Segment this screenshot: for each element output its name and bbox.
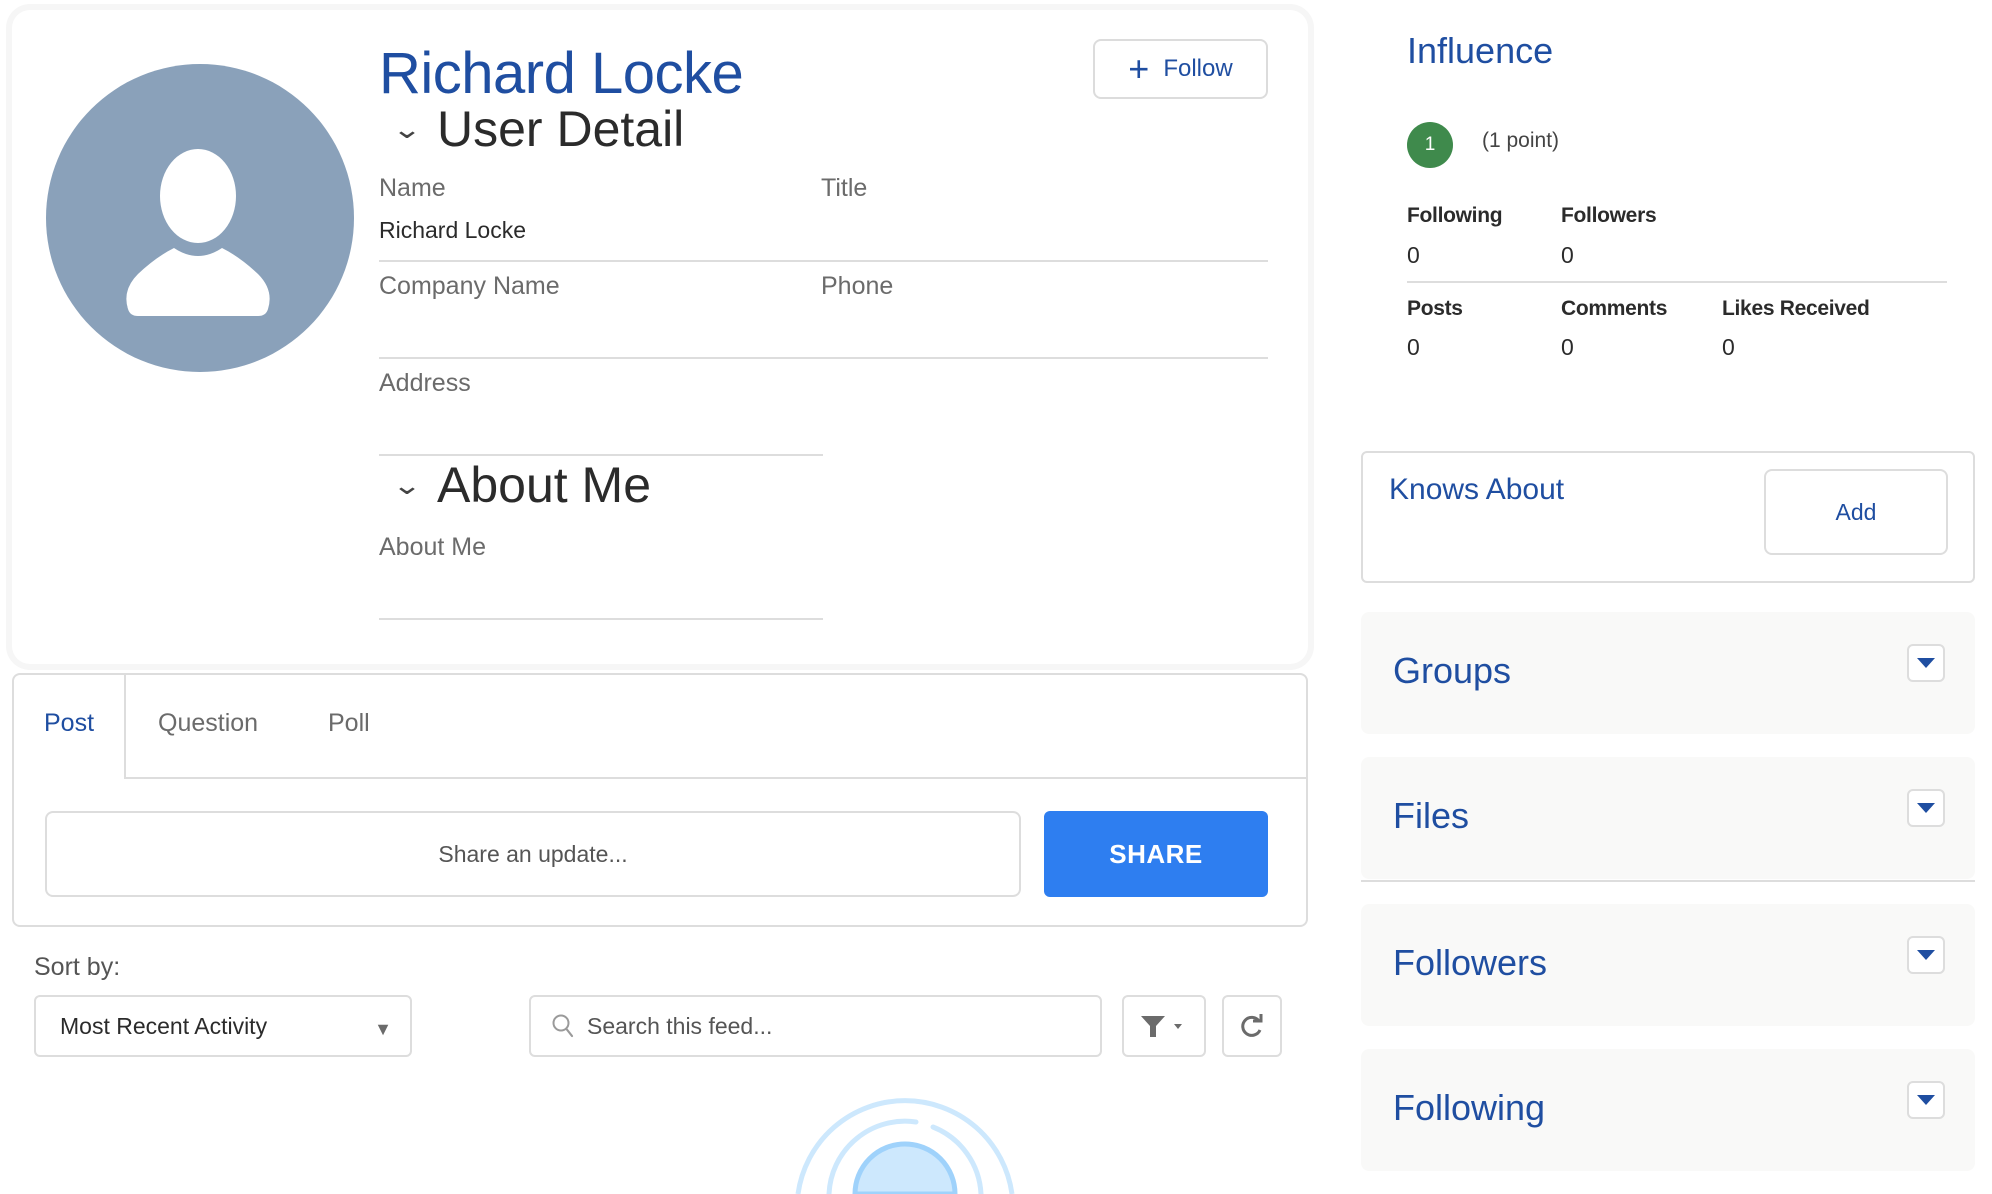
posts-stat-value: 0 bbox=[1407, 334, 1420, 360]
caret-down-icon bbox=[1917, 803, 1935, 813]
tab-bar-divider bbox=[124, 777, 1306, 779]
refresh-button[interactable] bbox=[1222, 995, 1282, 1057]
caret-down-icon bbox=[1917, 1095, 1935, 1105]
followers-title: Followers bbox=[1393, 942, 1548, 983]
user-detail-heading: User Detail bbox=[437, 101, 685, 157]
user-name-heading: Richard Locke bbox=[379, 41, 744, 106]
divider bbox=[379, 260, 1268, 262]
loading-spinner-icon bbox=[795, 1098, 1015, 1194]
company-name-label: Company Name bbox=[379, 272, 560, 300]
likes-received-stat-value: 0 bbox=[1722, 334, 1735, 360]
caret-down-icon bbox=[1917, 950, 1935, 960]
groups-title: Groups bbox=[1393, 650, 1512, 691]
user-silhouette-icon bbox=[126, 149, 270, 316]
follow-label: Follow bbox=[1163, 55, 1233, 82]
files-expand-button[interactable] bbox=[1907, 789, 1945, 827]
comments-stat-label: Comments bbox=[1561, 297, 1668, 320]
following-expand-button[interactable] bbox=[1907, 1081, 1945, 1119]
divider bbox=[379, 618, 823, 620]
knows-about-card: Knows About Add bbox=[1361, 451, 1975, 583]
groups-card[interactable]: Groups bbox=[1361, 612, 1975, 734]
posts-stat-label: Posts bbox=[1407, 297, 1463, 320]
sort-by-label: Sort by: bbox=[34, 953, 121, 981]
title-label: Title bbox=[821, 174, 868, 202]
divider bbox=[1361, 880, 1975, 882]
following-card[interactable]: Following bbox=[1361, 1049, 1975, 1171]
likes-received-stat-label: Likes Received bbox=[1722, 297, 1870, 320]
user-detail-section-toggle[interactable]: ⌄ User Detail bbox=[392, 100, 685, 158]
name-label: Name bbox=[379, 174, 446, 202]
influence-points: (1 point) bbox=[1482, 129, 1560, 152]
sort-by-value: Most Recent Activity bbox=[60, 1012, 268, 1039]
following-title: Following bbox=[1393, 1087, 1546, 1128]
files-title: Files bbox=[1393, 795, 1470, 836]
refresh-icon bbox=[1241, 1014, 1263, 1037]
knows-about-title: Knows About bbox=[1389, 473, 1565, 506]
follow-button[interactable]: + Follow bbox=[1093, 39, 1268, 99]
phone-label: Phone bbox=[821, 272, 894, 300]
about-me-label: About Me bbox=[379, 533, 487, 561]
caret-down-icon bbox=[1917, 658, 1935, 668]
address-label: Address bbox=[379, 369, 471, 397]
divider bbox=[379, 357, 1268, 359]
about-me-section-toggle[interactable]: ⌄ About Me bbox=[392, 456, 652, 514]
comments-stat-value: 0 bbox=[1561, 334, 1574, 360]
tab-post[interactable]: Post bbox=[44, 709, 94, 738]
filter-button[interactable] bbox=[1122, 995, 1206, 1057]
about-me-heading: About Me bbox=[437, 457, 652, 513]
filter-icon bbox=[1141, 1016, 1182, 1037]
publisher-panel: Post Question Poll Share an update... SH… bbox=[12, 673, 1308, 927]
name-value: Richard Locke bbox=[379, 217, 527, 243]
tab-divider bbox=[124, 675, 126, 779]
share-update-input[interactable]: Share an update... bbox=[45, 811, 1021, 897]
files-card[interactable]: Files bbox=[1361, 757, 1975, 879]
add-topic-button[interactable]: Add bbox=[1764, 469, 1948, 555]
share-update-placeholder: Share an update... bbox=[438, 840, 628, 867]
tab-question[interactable]: Question bbox=[158, 709, 258, 738]
chevron-down-icon: ⌄ bbox=[391, 469, 423, 500]
caret-down-icon: ▼ bbox=[374, 1019, 392, 1039]
followers-stat-value: 0 bbox=[1561, 242, 1574, 268]
followers-card[interactable]: Followers bbox=[1361, 904, 1975, 1026]
divider bbox=[1407, 281, 1947, 283]
sort-by-select[interactable]: Most Recent Activity ▼ bbox=[34, 995, 412, 1057]
following-stat-label: Following bbox=[1407, 204, 1503, 227]
search-feed-placeholder: Search this feed... bbox=[587, 1012, 773, 1039]
groups-expand-button[interactable] bbox=[1907, 644, 1945, 682]
plus-icon: + bbox=[1128, 48, 1150, 89]
share-button[interactable]: SHARE bbox=[1044, 811, 1268, 897]
tab-poll[interactable]: Poll bbox=[328, 709, 370, 738]
influence-level-badge: 1 bbox=[1407, 122, 1453, 168]
followers-stat-label: Followers bbox=[1561, 204, 1657, 227]
followers-expand-button[interactable] bbox=[1907, 936, 1945, 974]
search-icon bbox=[552, 1014, 574, 1038]
search-feed-input[interactable]: Search this feed... bbox=[529, 995, 1102, 1057]
following-stat-value: 0 bbox=[1407, 242, 1420, 268]
profile-card: Richard Locke + Follow ⌄ User Detail Nam… bbox=[12, 10, 1308, 664]
avatar bbox=[46, 64, 354, 372]
chevron-down-icon: ⌄ bbox=[391, 113, 423, 144]
influence-title: Influence bbox=[1407, 30, 1554, 71]
